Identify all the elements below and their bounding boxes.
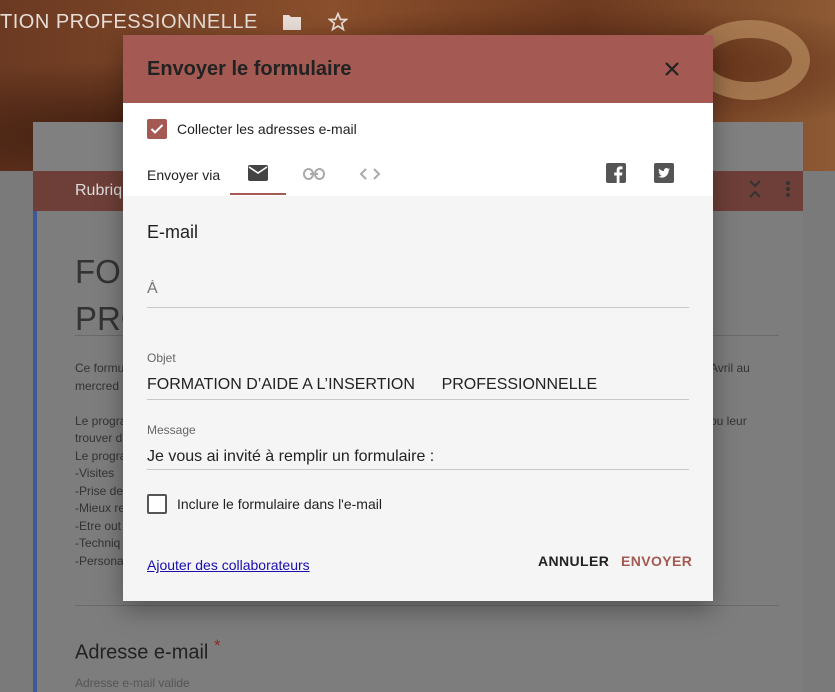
description-line: trouver d [75, 431, 123, 445]
description-line: Ce formu [75, 361, 125, 375]
description-line: -Etre out [75, 518, 122, 533]
include-form-label: Inclure le formulaire dans l'e-mail [177, 496, 382, 512]
to-input[interactable] [147, 280, 689, 298]
envelope-icon [248, 165, 268, 181]
add-collaborators-link[interactable]: Ajouter des collaborateurs [147, 557, 310, 573]
dialog-header: Envoyer le formulaire [123, 35, 713, 103]
include-form-checkbox[interactable] [147, 494, 167, 514]
section-actions [747, 179, 791, 204]
message-field[interactable]: Je vous ai invité à remplir un formulair… [147, 448, 689, 470]
description-line: Avril au [710, 361, 750, 375]
collapse-icon[interactable] [747, 179, 763, 204]
twitter-icon[interactable] [654, 163, 676, 185]
tab-link[interactable] [286, 153, 342, 195]
collect-emails-checkbox[interactable] [147, 119, 167, 139]
more-vert-icon[interactable] [785, 179, 791, 204]
send-button[interactable]: ENVOYER [621, 553, 692, 569]
email-hint: Adresse e-mail valide [75, 676, 190, 690]
description-line: Le progra [75, 448, 127, 463]
collect-emails-label: Collecter les adresses e-mail [177, 121, 357, 137]
description-line: -Mieux re [75, 501, 126, 515]
required-mark: * [213, 636, 221, 655]
description-line: -Persona [75, 553, 124, 568]
send-via-label: Envoyer via [147, 167, 221, 183]
cancel-button[interactable]: ANNULER [538, 553, 609, 569]
form-description-right: Avril au ou leur [710, 360, 750, 430]
divider [75, 605, 779, 606]
description-line: -Prise de [75, 483, 124, 498]
description-line: -Techniq [75, 536, 121, 550]
email-question[interactable]: Adresse e-mail * [75, 636, 220, 665]
email-panel: E-mail Objet FORMATION D’AIDE A L’INSERT… [123, 196, 713, 601]
description-line: mercred [75, 378, 120, 393]
link-icon [303, 168, 325, 180]
star-icon[interactable] [326, 10, 350, 34]
description-line: Le progra [75, 413, 127, 428]
collect-emails-row[interactable]: Collecter les adresses e-mail [147, 119, 357, 139]
dialog-title: Envoyer le formulaire [147, 57, 352, 80]
tab-embed[interactable] [342, 153, 398, 195]
description-line [710, 378, 750, 396]
dialog-options: Collecter les adresses e-mail Envoyer vi… [123, 103, 713, 196]
embed-code-icon [359, 168, 381, 180]
facebook-icon[interactable] [606, 163, 628, 185]
email-heading: E-mail [147, 222, 199, 242]
to-field[interactable] [147, 280, 689, 308]
email-question-label: Adresse e-mail [75, 641, 209, 664]
tab-email[interactable] [230, 153, 286, 195]
subject-field[interactable]: FORMATION D’AIDE A L’INSERTION PROFESSIO… [147, 376, 689, 400]
description-line [75, 395, 126, 413]
form-description[interactable]: Ce formu mercred Le progra trouver d Le … [75, 360, 126, 570]
form-doc-title[interactable]: TION PROFESSIONNELLE [0, 11, 258, 34]
description-line: ou leur [710, 413, 747, 428]
description-line: -Visites [75, 466, 115, 480]
send-form-dialog: Envoyer le formulaire Collecter les adre… [123, 35, 713, 601]
message-label: Message [147, 423, 196, 437]
checkmark-icon [150, 124, 164, 134]
subject-label: Objet [147, 351, 176, 365]
folder-icon[interactable] [280, 10, 304, 34]
close-icon[interactable] [661, 58, 683, 80]
include-form-row[interactable]: Inclure le formulaire dans l'e-mail [147, 494, 382, 514]
subject-value[interactable]: FORMATION D’AIDE A L’INSERTION PROFESSIO… [147, 376, 597, 393]
description-line [710, 395, 750, 413]
message-value[interactable]: Je vous ai invité à remplir un formulair… [147, 448, 434, 465]
section-accent-bar [33, 211, 37, 692]
